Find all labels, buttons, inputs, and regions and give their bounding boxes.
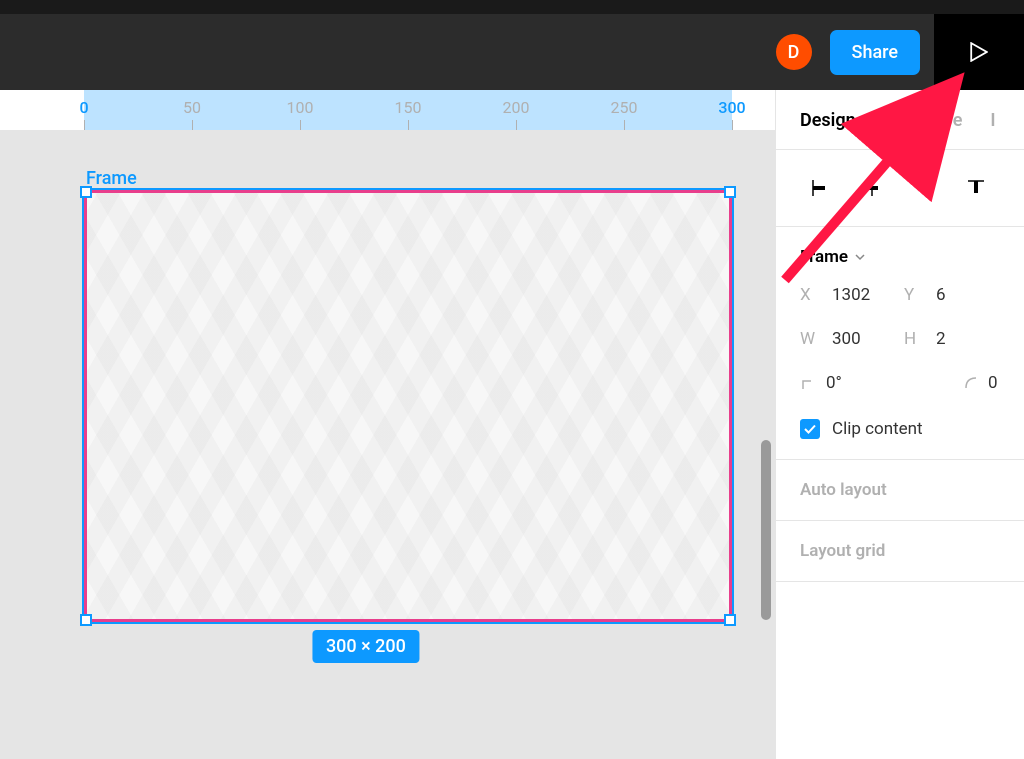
ruler-tick — [408, 120, 409, 130]
rotation-icon — [800, 374, 818, 392]
x-input[interactable]: 1302 — [832, 285, 896, 305]
properties-panel: Design Prototype I Frame X 1302 Y 6 W 30… — [775, 90, 1024, 759]
ruler-label: 250 — [611, 98, 638, 117]
frame-section-title: Frame — [800, 247, 848, 267]
share-button[interactable]: Share — [830, 30, 920, 75]
ruler-label: 300 — [718, 98, 745, 117]
alignment-controls — [776, 150, 1024, 227]
chevron-down-icon — [854, 251, 866, 263]
radius-input[interactable]: 0 — [988, 373, 998, 393]
vertical-scrollbar[interactable] — [758, 130, 775, 759]
present-button[interactable] — [934, 14, 1024, 90]
corner-radius-icon — [962, 374, 980, 392]
h-label: H — [904, 329, 928, 349]
ruler-tick — [516, 120, 517, 130]
ruler-tick — [624, 120, 625, 130]
ruler-label: 100 — [287, 98, 314, 117]
tab-prototype[interactable]: Prototype — [884, 110, 963, 131]
w-input[interactable]: 300 — [832, 329, 896, 349]
frame-section: Frame X 1302 Y 6 W 300 H 2 0° 0 Clip con… — [776, 227, 1024, 460]
ruler-tick — [84, 120, 85, 130]
clip-content-label: Clip content — [832, 419, 923, 439]
align-right-button[interactable] — [898, 168, 950, 208]
layout-grid-section[interactable]: Layout grid — [776, 521, 1024, 582]
resize-handle-bottom-left[interactable] — [80, 614, 92, 626]
dimension-badge: 300 × 200 — [312, 630, 420, 663]
canvas[interactable]: Frame 300 × 200 — [0, 130, 775, 759]
align-hcenter-button[interactable] — [846, 168, 898, 208]
ruler-tick — [732, 120, 733, 130]
frame-section-header[interactable]: Frame — [800, 247, 1000, 267]
horizontal-ruler[interactable]: 0 50 100 150 200 250 300 — [0, 90, 775, 130]
resize-handle-top-left[interactable] — [80, 186, 92, 198]
y-label: Y — [904, 285, 928, 305]
resize-handle-top-right[interactable] — [724, 186, 736, 198]
tab-design[interactable]: Design — [800, 110, 856, 131]
ruler-tick — [192, 120, 193, 130]
top-toolbar: D Share — [0, 14, 1024, 90]
scrollbar-thumb[interactable] — [761, 440, 771, 620]
ruler-label: 50 — [183, 98, 201, 117]
x-label: X — [800, 285, 824, 305]
h-input[interactable]: 2 — [936, 329, 1000, 349]
align-hcenter-icon — [862, 178, 882, 198]
play-icon — [970, 42, 988, 62]
layout-grid-title: Layout grid — [800, 541, 1000, 561]
align-top-icon — [966, 178, 986, 198]
align-left-button[interactable] — [794, 168, 846, 208]
auto-layout-section[interactable]: Auto layout — [776, 460, 1024, 521]
align-right-icon — [914, 178, 934, 198]
ruler-label: 150 — [395, 98, 422, 117]
avatar[interactable]: D — [776, 34, 812, 70]
align-left-icon — [810, 178, 830, 198]
ruler-tick — [300, 120, 301, 130]
tab-inspect[interactable]: I — [990, 110, 995, 131]
checkmark-icon — [803, 422, 817, 436]
panel-tabs: Design Prototype I — [776, 90, 1024, 150]
frame-title[interactable]: Frame — [86, 168, 137, 189]
selected-frame[interactable] — [84, 190, 732, 622]
align-top-button[interactable] — [950, 168, 1002, 208]
resize-handle-bottom-right[interactable] — [724, 614, 736, 626]
auto-layout-title: Auto layout — [800, 480, 1000, 500]
w-label: W — [800, 329, 824, 349]
ruler-label: 200 — [503, 98, 530, 117]
y-input[interactable]: 6 — [936, 285, 1000, 305]
ruler-label: 0 — [79, 98, 88, 117]
rotation-input[interactable]: 0° — [826, 373, 896, 393]
clip-content-checkbox[interactable] — [800, 419, 820, 439]
